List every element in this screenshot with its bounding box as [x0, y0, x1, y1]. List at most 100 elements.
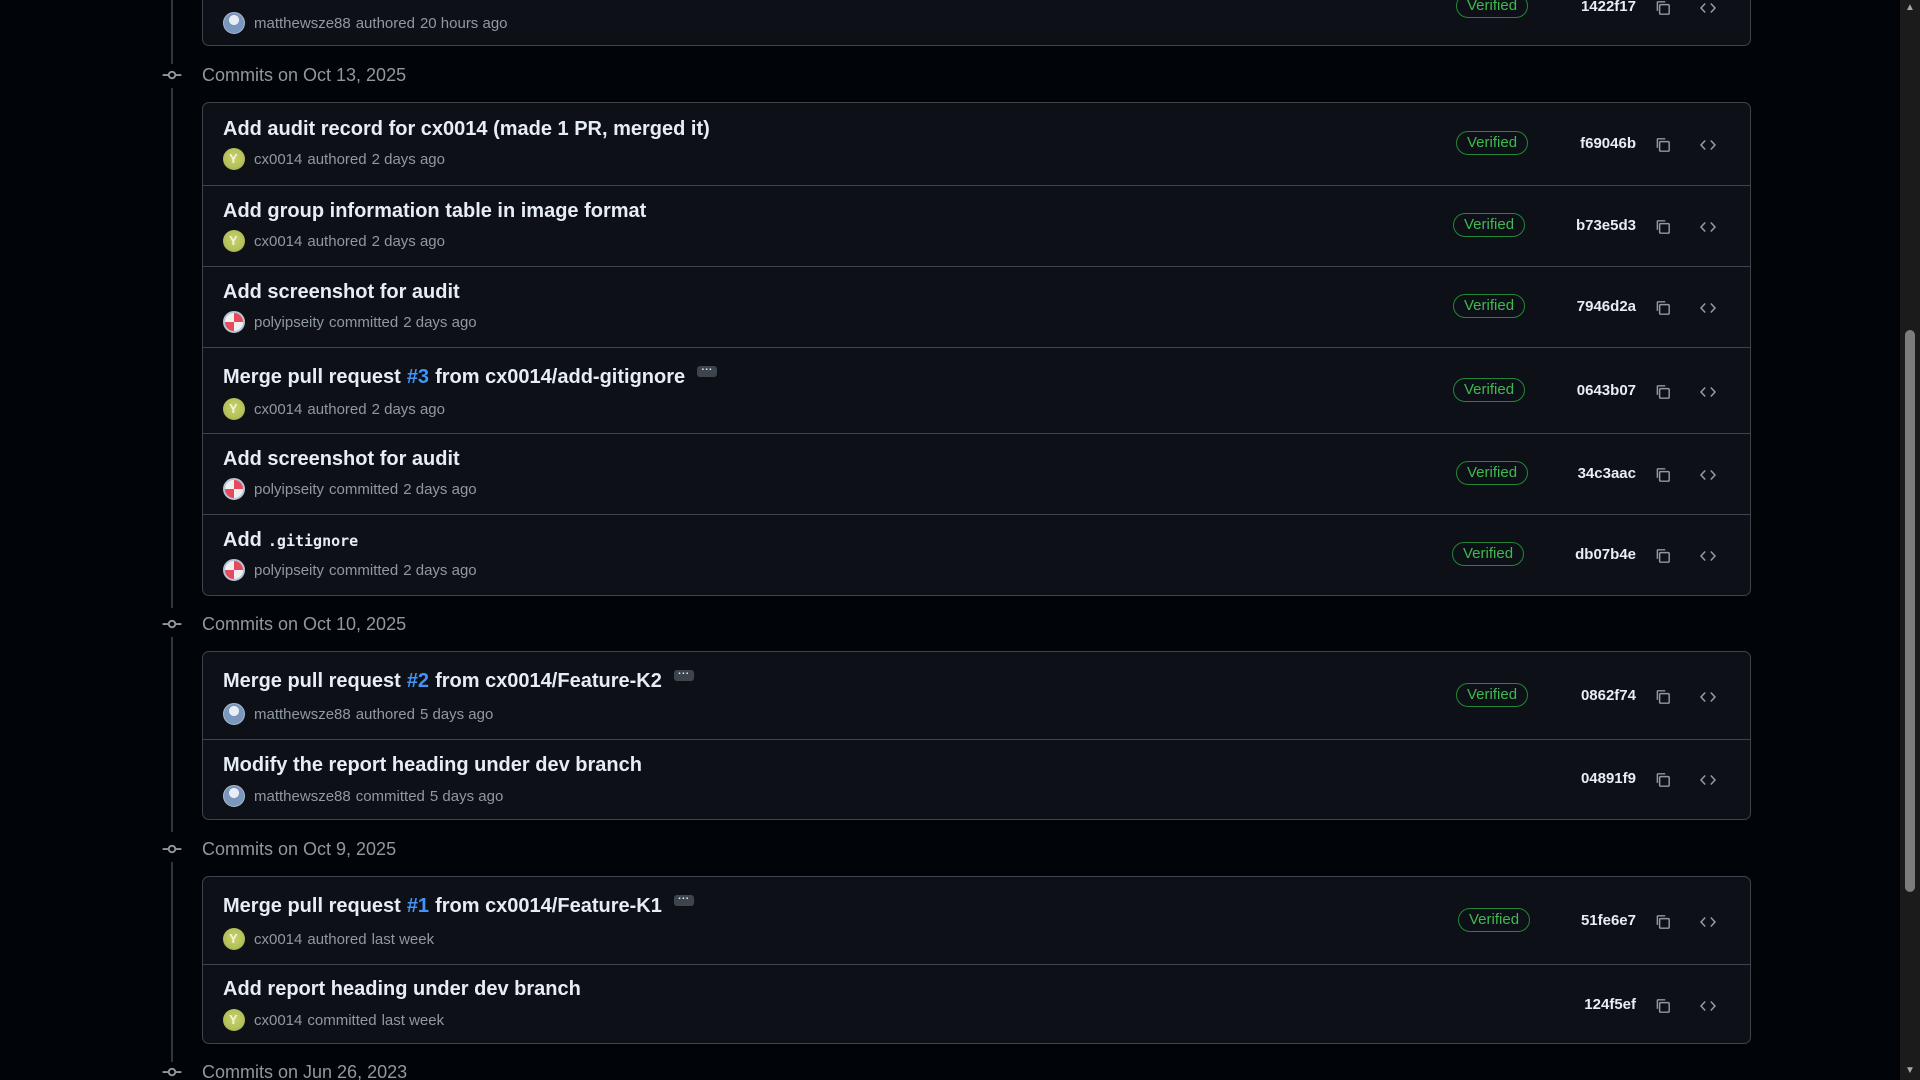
commit-row: Merge pull request #1 from cx0014/Featur…: [203, 877, 1750, 964]
verified-badge[interactable]: Verified: [1453, 378, 1526, 402]
avatar[interactable]: [223, 785, 245, 807]
pull-request-link[interactable]: #3: [407, 366, 429, 389]
code-icon[interactable]: [1696, 685, 1720, 709]
commit-action: authored: [355, 705, 415, 723]
commit-title-prefix: Merge pull request: [223, 670, 401, 692]
commit-author[interactable]: cx0014: [254, 1012, 302, 1029]
commit-title[interactable]: Merge pull request #3 from cx0014/add-gi…: [223, 363, 718, 389]
commit-sha[interactable]: 51fe6e7: [1556, 912, 1636, 929]
avatar[interactable]: [223, 12, 245, 34]
avatar[interactable]: [223, 928, 245, 950]
commit-group-header: Commits on Jun 26, 2023: [160, 1058, 407, 1080]
commit-sha[interactable]: 124f5ef: [1556, 996, 1636, 1013]
copy-icon[interactable]: [1651, 685, 1675, 709]
pull-request-link[interactable]: #2: [407, 670, 429, 693]
commit-title[interactable]: Modify the report heading under dev bran…: [223, 754, 642, 777]
copy-icon[interactable]: [1651, 910, 1675, 934]
avatar[interactable]: [223, 311, 245, 333]
commit-time: 2 days ago: [371, 232, 445, 250]
commit-title[interactable]: Add screenshot for audit: [223, 281, 460, 304]
copy-icon[interactable]: [1651, 463, 1675, 487]
commit-time: 2 days ago: [403, 561, 477, 579]
verified-badge[interactable]: Verified: [1458, 908, 1531, 932]
code-icon[interactable]: [1696, 215, 1720, 239]
avatar[interactable]: [223, 398, 245, 420]
commit-title[interactable]: Add report heading under dev branch: [223, 978, 581, 1001]
verified-badge[interactable]: Verified: [1456, 461, 1529, 485]
commit-sha[interactable]: 0862f74: [1556, 687, 1636, 704]
pull-request-link[interactable]: #1: [407, 895, 429, 918]
verified-badge[interactable]: Verified: [1456, 0, 1529, 18]
code-icon[interactable]: [1696, 994, 1720, 1018]
scroll-up-icon[interactable]: ▲: [1904, 3, 1916, 13]
commit-title[interactable]: Add audit record for cx0014 (made 1 PR, …: [223, 118, 710, 141]
commit-title[interactable]: Add group information table in image for…: [223, 200, 646, 223]
commit-author[interactable]: matthewsze88: [254, 788, 351, 805]
commit-title[interactable]: Merge pull request #1 from cx0014/Featur…: [223, 892, 694, 918]
ellipsis-icon[interactable]: ...: [673, 667, 694, 681]
commit-meta: cx0014 committed last week: [223, 1009, 444, 1031]
code-icon[interactable]: [1696, 133, 1720, 157]
git-commit-icon: [160, 837, 184, 861]
copy-icon[interactable]: [1651, 296, 1675, 320]
commit-author[interactable]: cx0014: [254, 931, 302, 948]
timeline-line: [171, 0, 173, 64]
commit-author[interactable]: matthewsze88: [254, 15, 351, 32]
scrollbar-thumb[interactable]: [1905, 330, 1915, 892]
commit-sha[interactable]: 1422f17: [1556, 0, 1636, 15]
commit-sha[interactable]: 04891f9: [1556, 770, 1636, 787]
code-icon[interactable]: [1696, 0, 1720, 20]
commit-sha[interactable]: b73e5d3: [1556, 217, 1636, 234]
verified-badge[interactable]: Verified: [1456, 131, 1529, 155]
commit-group-date: Commits on Oct 9, 2025: [202, 838, 397, 859]
copy-icon[interactable]: [1651, 0, 1675, 20]
commit-title[interactable]: Add .gitignore: [223, 529, 358, 552]
commit-group-box: matthewsze88 authored 20 hours ago Verif…: [202, 0, 1751, 46]
vertical-scrollbar[interactable]: ▲ ▼: [1900, 0, 1920, 1080]
verified-badge[interactable]: Verified: [1453, 213, 1526, 237]
code-icon[interactable]: [1696, 380, 1720, 404]
avatar[interactable]: [223, 148, 245, 170]
commit-sha[interactable]: 34c3aac: [1556, 465, 1636, 482]
copy-icon[interactable]: [1651, 215, 1675, 239]
commit-author[interactable]: cx0014: [254, 401, 302, 418]
git-commit-icon: [160, 612, 184, 636]
commit-author[interactable]: matthewsze88: [254, 706, 351, 723]
avatar[interactable]: [223, 1009, 245, 1031]
commit-sha[interactable]: 7946d2a: [1556, 298, 1636, 315]
commit-sha[interactable]: db07b4e: [1556, 546, 1636, 563]
commit-author[interactable]: polyipseity: [254, 562, 324, 579]
avatar[interactable]: [223, 559, 245, 581]
ellipsis-icon[interactable]: ...: [673, 892, 694, 906]
commit-row: Add .gitignore polyipseity committed 2 d…: [203, 514, 1750, 595]
commit-sha[interactable]: f69046b: [1556, 135, 1636, 152]
commit-author[interactable]: cx0014: [254, 233, 302, 250]
commit-row: Add report heading under dev branch cx00…: [203, 964, 1750, 1043]
commit-author[interactable]: polyipseity: [254, 481, 324, 498]
code-icon[interactable]: [1696, 768, 1720, 792]
verified-badge[interactable]: Verified: [1453, 294, 1526, 318]
copy-icon[interactable]: [1651, 994, 1675, 1018]
commit-action: committed: [355, 787, 425, 805]
verified-badge[interactable]: Verified: [1456, 683, 1529, 707]
avatar[interactable]: [223, 703, 245, 725]
commit-sha[interactable]: 0643b07: [1556, 382, 1636, 399]
commit-author[interactable]: cx0014: [254, 151, 302, 168]
code-icon[interactable]: [1696, 463, 1720, 487]
verified-badge[interactable]: Verified: [1452, 542, 1525, 566]
scroll-down-icon[interactable]: ▼: [1904, 1066, 1916, 1076]
commit-time: 5 days ago: [419, 705, 494, 723]
code-icon[interactable]: [1696, 296, 1720, 320]
commit-title[interactable]: Merge pull request #2 from cx0014/Featur…: [223, 667, 694, 693]
ellipsis-icon[interactable]: ...: [697, 363, 718, 377]
copy-icon[interactable]: [1651, 133, 1675, 157]
copy-icon[interactable]: [1651, 544, 1675, 568]
avatar[interactable]: [223, 478, 245, 500]
avatar[interactable]: [223, 230, 245, 252]
code-icon[interactable]: [1696, 910, 1720, 934]
commit-title[interactable]: Add screenshot for audit: [223, 448, 460, 471]
copy-icon[interactable]: [1651, 768, 1675, 792]
copy-icon[interactable]: [1651, 380, 1675, 404]
code-icon[interactable]: [1696, 544, 1720, 568]
commit-author[interactable]: polyipseity: [254, 314, 324, 331]
